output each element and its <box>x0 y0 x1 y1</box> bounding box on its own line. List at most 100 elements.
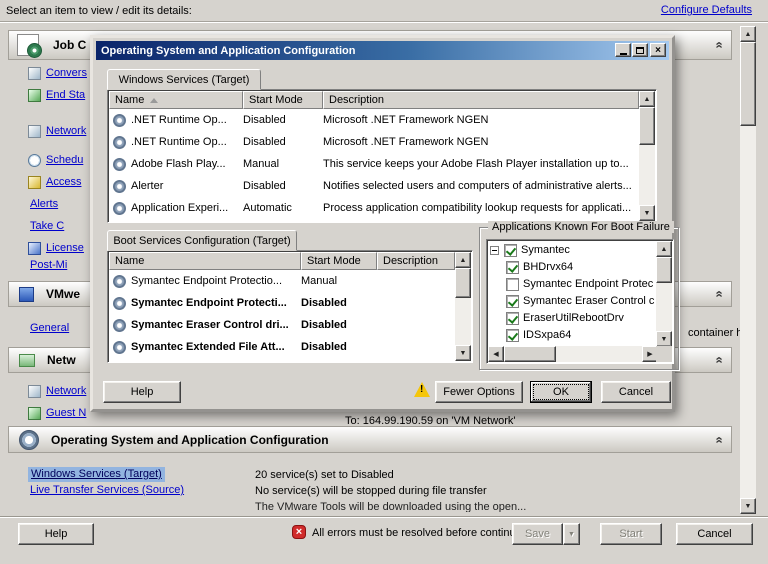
tree-item-eraser-control[interactable]: Symantec Eraser Control c <box>506 293 654 309</box>
scrollbar-thumb[interactable] <box>740 42 756 126</box>
checkbox[interactable] <box>506 295 519 308</box>
save-dropdown-button[interactable]: ▼ <box>563 523 580 545</box>
service-row[interactable]: Application Experi... Automatic Process … <box>109 197 639 219</box>
minimize-button[interactable] <box>615 43 631 57</box>
dialog-titlebar[interactable]: Operating System and Application Configu… <box>96 41 669 60</box>
scrollbar-thumb[interactable] <box>656 257 672 283</box>
sidebar-item-access[interactable]: Access <box>28 175 81 189</box>
section-bar-os-app-configuration[interactable]: Operating System and Application Configu… <box>8 426 732 453</box>
collapse-chevron-icon[interactable]: « <box>711 290 727 297</box>
column-header-description[interactable]: Description <box>377 252 455 270</box>
scrollbar-thumb[interactable] <box>504 346 556 362</box>
dialog-cancel-button[interactable]: Cancel <box>601 381 671 403</box>
sidebar-item-network[interactable]: Network <box>28 124 86 138</box>
sidebar-item-conversion[interactable]: Convers <box>28 66 87 80</box>
sidebar-item-label[interactable]: Take C <box>30 220 64 232</box>
scroll-up-button[interactable]: ▲ <box>639 91 655 107</box>
tree-horizontal-scrollbar[interactable]: ◀ ▶ <box>488 346 658 362</box>
collapse-expander-icon[interactable] <box>490 246 499 255</box>
save-button[interactable]: Save <box>512 523 563 545</box>
service-row[interactable]: Alerter Disabled Notifies selected users… <box>109 175 639 197</box>
tree-item-bhdrvx64[interactable]: BHDrvx64 <box>506 259 573 275</box>
sidebar-item-general[interactable]: General <box>30 321 69 335</box>
collapse-chevron-icon[interactable]: « <box>711 356 727 363</box>
sidebar-item-schedule[interactable]: Schedu <box>28 153 83 167</box>
sidebar-item-take-control[interactable]: Take C <box>30 219 64 233</box>
checkbox[interactable] <box>506 278 519 291</box>
sidebar-item-label[interactable]: Convers <box>46 67 87 79</box>
tree-item-idsxpa64[interactable]: IDSxpa64 <box>506 327 571 343</box>
service-row[interactable]: Adobe Flash Play... Manual This service … <box>109 153 639 175</box>
boot-rows: Symantec Endpoint Protectio... Manual Sy… <box>109 270 455 358</box>
sidebar-item-label[interactable]: Schedu <box>46 154 83 166</box>
sidebar-item-network-2[interactable]: Network <box>28 384 86 398</box>
column-header-name[interactable]: Name <box>109 91 243 109</box>
collapse-chevron-icon[interactable]: « <box>711 436 727 443</box>
column-header-start-mode[interactable]: Start Mode <box>301 252 377 270</box>
column-header-description[interactable]: Description <box>323 91 639 109</box>
start-button[interactable]: Start <box>600 523 662 545</box>
setting-row-windows-services[interactable]: Windows Services (Target) <box>28 467 165 482</box>
sidebar-item-label[interactable]: Access <box>46 176 81 188</box>
close-button[interactable]: × <box>650 43 666 57</box>
maximize-button[interactable] <box>632 43 648 57</box>
tab-boot-services[interactable]: Boot Services Configuration (Target) <box>107 230 297 251</box>
sidebar-item-end-states[interactable]: End Sta <box>28 88 85 102</box>
checkbox[interactable] <box>504 244 517 257</box>
scroll-down-button[interactable]: ▼ <box>639 205 655 221</box>
column-header-name[interactable]: Name <box>109 252 301 270</box>
scroll-up-button[interactable]: ▲ <box>740 26 756 42</box>
scroll-up-button[interactable]: ▲ <box>656 241 672 257</box>
scroll-up-button[interactable]: ▲ <box>455 252 471 268</box>
service-row[interactable]: .NET Runtime Op... Disabled Microsoft .N… <box>109 131 639 153</box>
sidebar-item-label[interactable]: Guest N <box>46 407 86 419</box>
setting-link[interactable]: Windows Services (Target) <box>31 468 162 480</box>
scrollbar-thumb[interactable] <box>455 268 471 298</box>
tree-item-sep[interactable]: Symantec Endpoint Protec <box>506 276 653 292</box>
service-row[interactable]: .NET Runtime Op... Disabled Microsoft .N… <box>109 109 639 131</box>
tree-item-symantec[interactable]: Symantec <box>490 242 570 258</box>
main-scrollbar[interactable]: ▲ ▼ <box>740 26 756 514</box>
sidebar-item-label[interactable]: Post-Mi <box>30 259 67 271</box>
section-title: Netw <box>47 353 76 367</box>
tab-windows-services[interactable]: Windows Services (Target) <box>107 69 261 90</box>
help-button[interactable]: Help <box>18 523 94 545</box>
boot-scrollbar[interactable]: ▲ ▼ <box>455 252 471 361</box>
ok-button[interactable]: OK <box>530 381 592 403</box>
sidebar-item-post-migration[interactable]: Post-Mi <box>30 258 67 272</box>
configure-defaults-link[interactable]: Configure Defaults <box>661 4 752 16</box>
checkbox[interactable] <box>506 329 519 342</box>
fewer-options-button[interactable]: Fewer Options <box>435 381 523 403</box>
sidebar-item-label[interactable]: Alerts <box>30 198 58 210</box>
sidebar-item-label[interactable]: License <box>46 242 84 254</box>
service-icon <box>113 114 126 127</box>
boot-service-row[interactable]: Symantec Eraser Control dri... Disabled <box>109 314 455 336</box>
setting-link[interactable]: Live Transfer Services (Source) <box>30 484 184 496</box>
scroll-down-button[interactable]: ▼ <box>656 331 672 347</box>
checkbox[interactable] <box>506 312 519 325</box>
sidebar-item-license[interactable]: License <box>28 241 84 255</box>
tree-item-eraserutil[interactable]: EraserUtilRebootDrv <box>506 310 624 326</box>
scroll-down-button[interactable]: ▼ <box>455 345 471 361</box>
scroll-down-button[interactable]: ▼ <box>740 498 756 514</box>
sidebar-item-label[interactable]: General <box>30 322 69 334</box>
dialog-help-button[interactable]: Help <box>103 381 181 403</box>
cancel-button[interactable]: Cancel <box>676 523 753 545</box>
scrollbar-thumb[interactable] <box>639 107 655 145</box>
sidebar-item-guest-nic[interactable]: Guest N <box>28 406 86 420</box>
tree-vertical-scrollbar[interactable]: ▲ ▼ <box>656 241 672 347</box>
setting-row-live-transfer[interactable]: Live Transfer Services (Source) <box>30 484 184 496</box>
scroll-left-button[interactable]: ◀ <box>488 346 504 362</box>
sidebar-item-label[interactable]: Network <box>46 385 86 397</box>
sidebar-item-label[interactable]: End Sta <box>46 89 85 101</box>
boot-service-row[interactable]: Symantec Extended File Att... Disabled <box>109 336 455 358</box>
checkbox[interactable] <box>506 261 519 274</box>
sidebar-item-label[interactable]: Network <box>46 125 86 137</box>
services-scrollbar[interactable]: ▲ ▼ <box>639 91 655 221</box>
collapse-chevron-icon[interactable]: « <box>711 41 727 48</box>
sidebar-item-alerts[interactable]: Alerts <box>30 197 58 211</box>
setting-value: 20 service(s) set to Disabled <box>255 469 394 481</box>
column-header-start-mode[interactable]: Start Mode <box>243 91 323 109</box>
boot-service-row[interactable]: Symantec Endpoint Protectio... Manual <box>109 270 455 292</box>
boot-service-row[interactable]: Symantec Endpoint Protecti... Disabled <box>109 292 455 314</box>
